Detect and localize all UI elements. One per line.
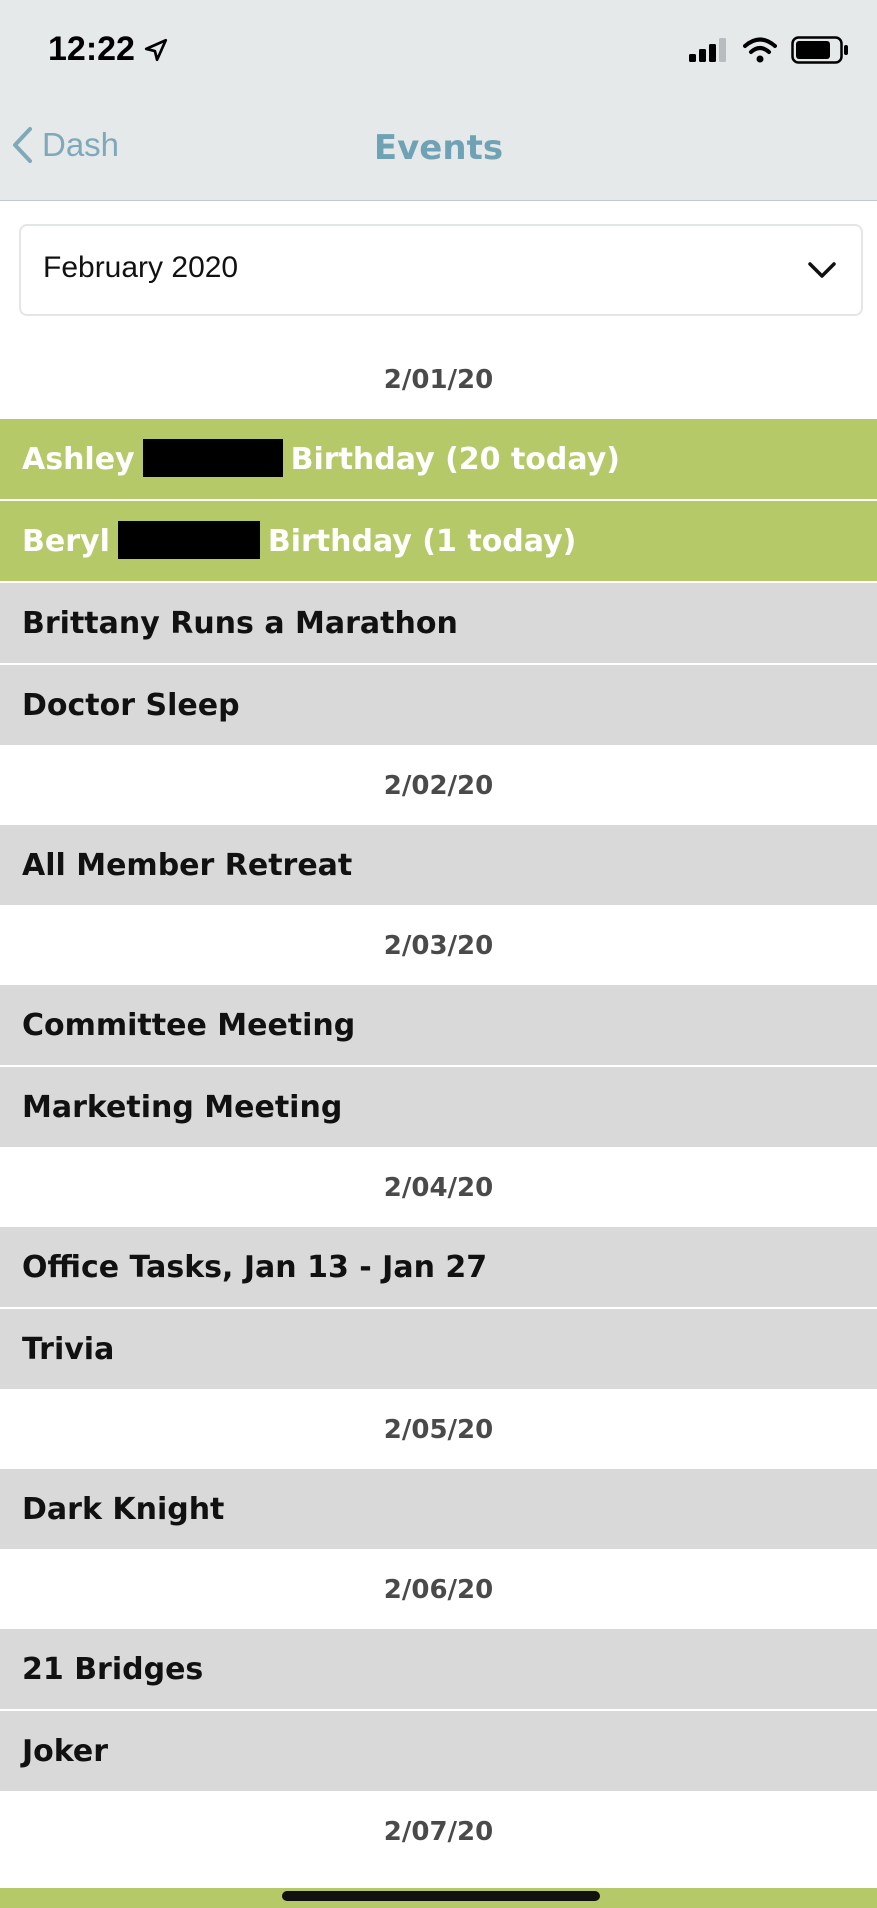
events-list: 2/01/20 Ashley Birthday (20 today) Beryl B… [0, 341, 877, 1871]
month-select[interactable]: February 2020 [19, 224, 863, 316]
status-time-text: 12:22 [48, 30, 135, 68]
redacted-block [142, 438, 283, 477]
event-name-first: Beryl [22, 524, 110, 559]
redacted-block [117, 520, 260, 559]
event-row[interactable]: Committee Meeting [0, 985, 877, 1067]
date-header: 2/04/20 [0, 1149, 877, 1227]
month-select-value: February 2020 [43, 251, 239, 284]
date-header: 2/03/20 [0, 907, 877, 985]
chevron-down-icon [808, 262, 836, 278]
page-title: Events [373, 128, 504, 168]
event-row[interactable]: Trivia [0, 1309, 877, 1391]
signal-icon [689, 38, 726, 62]
status-indicators [689, 36, 849, 64]
date-header: 2/05/20 [0, 1391, 877, 1469]
event-name-rest: Birthday (1 today) [267, 524, 577, 559]
date-header: 2/07/20 [0, 1793, 877, 1871]
date-header: 2/02/20 [0, 747, 877, 825]
event-row[interactable]: Joker [0, 1711, 877, 1793]
event-name-first: Ashley [22, 442, 135, 477]
event-row[interactable]: Brittany Runs a Marathon [0, 583, 877, 665]
event-row[interactable]: Doctor Sleep [0, 665, 877, 747]
date-header: 2/01/20 [0, 341, 877, 419]
event-row[interactable]: 21 Bridges [0, 1629, 877, 1711]
event-row[interactable]: All Member Retreat [0, 825, 877, 907]
event-row-birthday[interactable]: Ashley Birthday (20 today) [0, 419, 877, 501]
home-indicator[interactable] [282, 1891, 600, 1901]
navigation-bar: Dash Events [0, 100, 877, 201]
date-header: 2/06/20 [0, 1551, 877, 1629]
status-time: 12:22 [48, 30, 169, 69]
wifi-icon [743, 37, 777, 63]
battery-icon [791, 36, 848, 64]
event-row[interactable]: Office Tasks, Jan 13 - Jan 27 [0, 1227, 877, 1309]
event-row-birthday[interactable]: Beryl Birthday (1 today) [0, 501, 877, 583]
location-arrow-icon [144, 38, 168, 61]
event-name-rest: Birthday (20 today) [290, 442, 620, 477]
status-bar: 12:22 [0, 0, 877, 100]
event-row[interactable]: Dark Knight [0, 1469, 877, 1551]
event-row[interactable]: Marketing Meeting [0, 1067, 877, 1149]
